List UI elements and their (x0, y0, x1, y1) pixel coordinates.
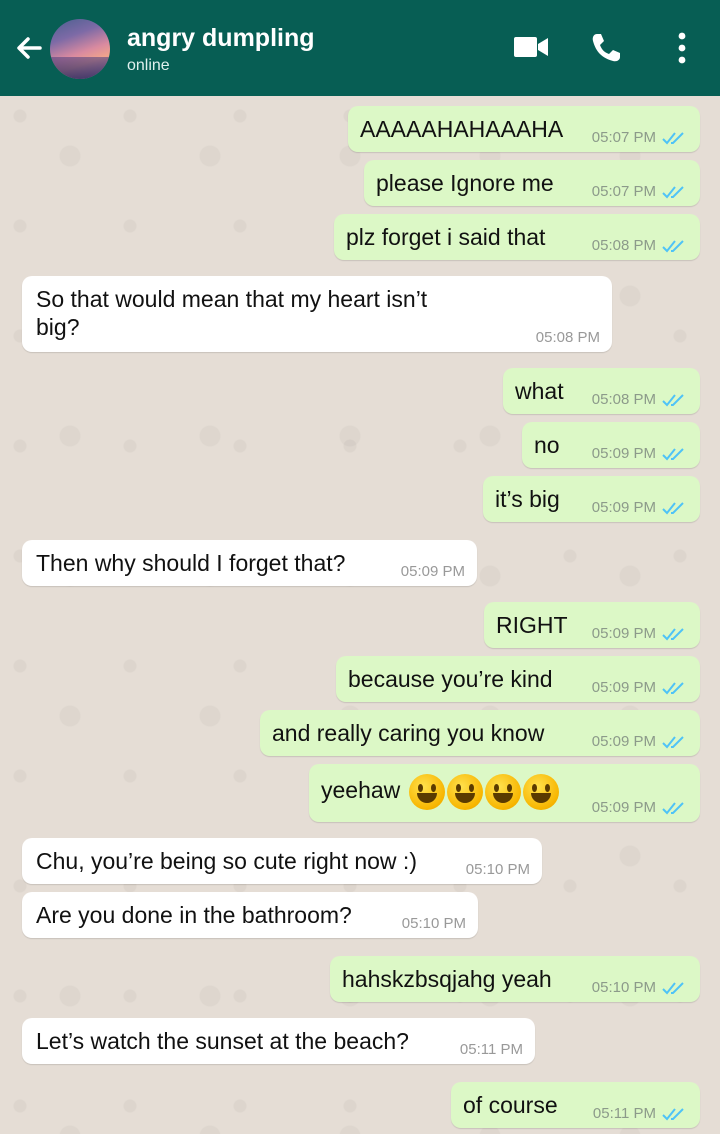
emoji-grinning-icon (522, 774, 559, 810)
message-text: what (515, 378, 564, 404)
message-text: it’s big (495, 486, 560, 512)
message-text-line-1: So that would mean that my heart isn’t (36, 286, 428, 312)
message-time: 05:09 PM (591, 625, 656, 642)
message-time: 05:08 PM (591, 237, 656, 254)
message-text: Chu, you’re being so cute right now :) (36, 848, 417, 874)
double-check-icon (662, 1107, 684, 1120)
message-outgoing[interactable]: what 05:08 PM (503, 368, 700, 414)
message-outgoing[interactable]: plz forget i said that 05:08 PM (334, 214, 700, 260)
message-outgoing[interactable]: RIGHT 05:09 PM (484, 602, 700, 648)
message-outgoing[interactable]: hahskzbsqjahg yeah 05:10 PM (330, 956, 700, 1002)
message-time: 05:08 PM (535, 329, 600, 346)
contact-name[interactable]: angry dumpling (127, 24, 315, 53)
message-time: 05:10 PM (465, 861, 530, 878)
double-check-icon (662, 981, 684, 994)
chat-area[interactable]: AAAAAHAHAAAHA 05:07 PM please Ignore me … (0, 96, 720, 1134)
message-outgoing[interactable]: AAAAAHAHAAAHA 05:07 PM (348, 106, 700, 152)
emoji-grinning-icon (484, 774, 521, 810)
double-check-icon (662, 735, 684, 748)
message-outgoing[interactable]: please Ignore me 05:07 PM (364, 160, 700, 206)
message-time: 05:09 PM (591, 679, 656, 696)
double-check-icon (662, 801, 684, 814)
message-text: Let’s watch the sunset at the beach? (36, 1028, 409, 1054)
message-text: RIGHT (496, 612, 568, 638)
more-options-icon[interactable] (672, 30, 692, 66)
double-check-icon (662, 393, 684, 406)
message-outgoing[interactable]: yeehaw 05:09 PM (309, 764, 700, 822)
message-text: Then why should I forget that? (36, 550, 346, 576)
message-time: 05:09 PM (591, 499, 656, 516)
message-text-line-2: big? (36, 314, 80, 340)
double-check-icon (662, 681, 684, 694)
message-text: of course (463, 1092, 558, 1118)
message-time: 05:11 PM (592, 1105, 656, 1122)
message-time: 05:07 PM (591, 129, 656, 146)
message-time: 05:09 PM (591, 733, 656, 750)
message-incoming[interactable]: Then why should I forget that? 05:09 PM (22, 540, 477, 586)
video-call-icon[interactable] (512, 32, 550, 62)
message-incoming[interactable]: Chu, you’re being so cute right now :) 0… (22, 838, 542, 884)
avatar[interactable] (50, 19, 110, 79)
message-time: 05:10 PM (401, 915, 466, 932)
message-text: please Ignore me (376, 170, 554, 196)
double-check-icon (662, 239, 684, 252)
message-outgoing[interactable]: it’s big 05:09 PM (483, 476, 700, 522)
double-check-icon (662, 627, 684, 640)
emoji-grinning-icon (408, 774, 445, 810)
emoji-grinning-icon (446, 774, 483, 810)
message-time: 05:08 PM (591, 391, 656, 408)
message-outgoing[interactable]: because you’re kind 05:09 PM (336, 656, 700, 702)
message-time: 05:09 PM (400, 563, 465, 580)
double-check-icon (662, 185, 684, 198)
message-outgoing[interactable]: no 05:09 PM (522, 422, 700, 468)
double-check-icon (662, 447, 684, 460)
message-time: 05:11 PM (459, 1041, 523, 1058)
message-text: plz forget i said that (346, 224, 546, 250)
message-time: 05:09 PM (591, 799, 656, 816)
voice-call-icon[interactable] (588, 30, 624, 66)
message-text: yeehaw (321, 777, 401, 804)
message-text: because you’re kind (348, 666, 553, 692)
message-time: 05:07 PM (591, 183, 656, 200)
message-outgoing[interactable]: and really caring you know 05:09 PM (260, 710, 700, 756)
message-text: Are you done in the bathroom? (36, 902, 352, 928)
message-time: 05:10 PM (591, 979, 656, 996)
message-outgoing[interactable]: of course 05:11 PM (451, 1082, 700, 1128)
back-arrow-icon[interactable] (10, 28, 50, 68)
double-check-icon (662, 501, 684, 514)
message-text: no (534, 432, 560, 458)
message-incoming[interactable]: Let’s watch the sunset at the beach? 05:… (22, 1018, 535, 1064)
message-incoming[interactable]: So that would mean that my heart isn’t b… (22, 276, 612, 352)
contact-status: online (127, 57, 170, 74)
message-time: 05:09 PM (591, 445, 656, 462)
chat-header: angry dumpling online (0, 0, 720, 96)
message-text: AAAAAHAHAAAHA (360, 116, 564, 142)
message-text: hahskzbsqjahg yeah (342, 966, 552, 992)
double-check-icon (662, 131, 684, 144)
message-incoming[interactable]: Are you done in the bathroom? 05:10 PM (22, 892, 478, 938)
message-text: and really caring you know (272, 720, 545, 746)
